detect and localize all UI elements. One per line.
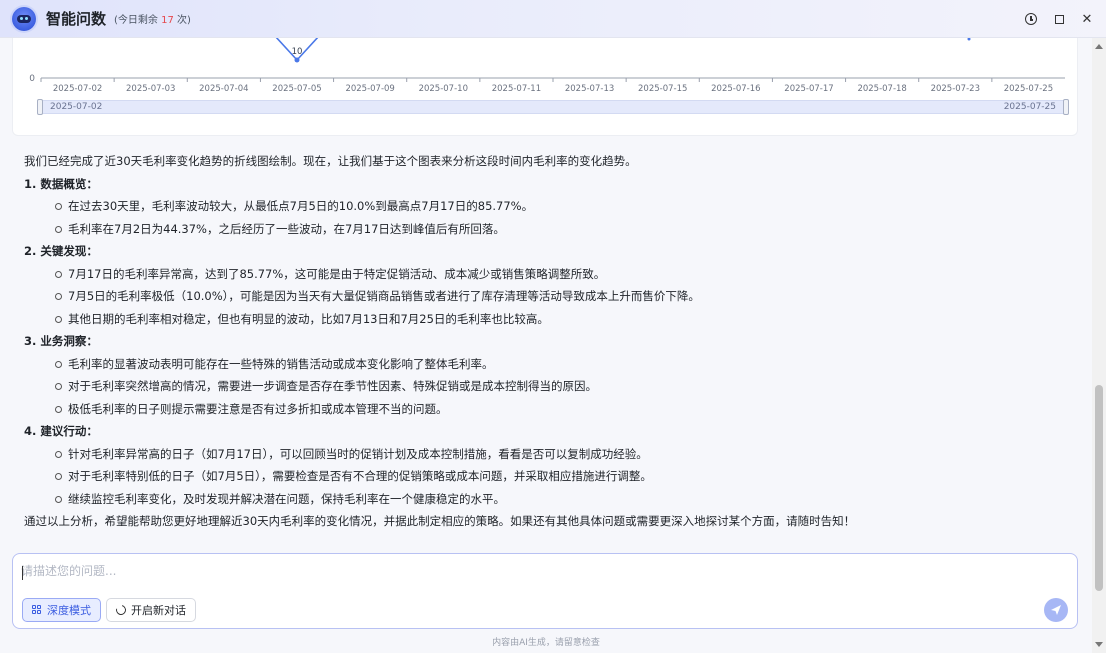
- x-tick-label: 2025-07-02: [53, 84, 102, 94]
- list-item: 极低毛利率的日子则提示需要注意是否有过多折扣或成本管理不当的问题。: [55, 398, 1084, 421]
- list-item: 继续监控毛利率变化，及时发现并解决潜在问题，保持毛利率在一个健康稳定的水平。: [55, 488, 1084, 511]
- list-item: 7月17日的毛利率异常高，达到了85.77%，这可能是由于特定促销活动、成本减少…: [55, 263, 1084, 286]
- section-list: 毛利率的显著波动表明可能存在一些特殊的销售活动或成本变化影响了整体毛利率。 对于毛…: [24, 353, 1084, 421]
- x-tick-label: 2025-07-09: [345, 84, 394, 94]
- x-tick-label: 2025-07-15: [638, 84, 687, 94]
- section-list: 针对毛利率异常高的日子（如7月17日），可以回顾当时的促销计划及成本控制措施，看…: [24, 443, 1084, 511]
- list-item: 对于毛利率特别低的日子（如7月5日），需要检查是否有不合理的促销策略或成本问题，…: [55, 465, 1084, 488]
- y-tick-label: 0: [29, 74, 35, 84]
- list-item: 针对毛利率异常高的日子（如7月17日），可以回顾当时的促销计划及成本控制措施，看…: [55, 443, 1084, 466]
- list-item: 毛利率在7月2日为44.37%，之后经历了一些波动，在7月17日达到峰值后有所回…: [55, 218, 1084, 241]
- new-chat-button[interactable]: 开启新对话: [106, 598, 196, 622]
- x-tick-label: 2025-07-03: [126, 84, 175, 94]
- x-tick-label: 2025-07-25: [1004, 84, 1053, 94]
- deep-mode-button[interactable]: 深度模式: [22, 598, 101, 622]
- chat-content: 0 2025-07-02 2025-07-03 2025-07-04 2025-07-0…: [0, 38, 1092, 553]
- text-caret: [22, 566, 23, 580]
- x-tick-label: 2025-07-18: [857, 84, 906, 94]
- x-tick-label: 2025-07-04: [199, 84, 248, 94]
- data-point: [294, 57, 300, 63]
- window-title: 智能问数: [46, 10, 107, 28]
- x-tick-label: 2025-07-17: [784, 84, 833, 94]
- message-composer: 深度模式 开启新对话: [12, 553, 1078, 629]
- question-input[interactable]: [21, 562, 1061, 592]
- quota-count: 17: [161, 15, 174, 26]
- x-tick-label: 2025-07-10: [419, 84, 468, 94]
- analysis-answer: 我们已经完成了近30天毛利率变化趋势的折线图绘制。现在，让我们基于这个图表来分析…: [24, 150, 1084, 533]
- maximize-button[interactable]: [1048, 8, 1070, 30]
- ai-disclaimer: 内容由AI生成，请留意检查: [492, 638, 600, 648]
- window-controls: ✕: [1020, 0, 1098, 38]
- list-item: 对于毛利率突然增高的情况，需要进一步调查是否存在季节性因素、特殊促销或是成本控制…: [55, 375, 1084, 398]
- x-tick-label: 2025-07-13: [565, 84, 614, 94]
- quota-text: (今日剩余 17 次): [114, 15, 191, 26]
- section-list: 7月17日的毛利率异常高，达到了85.77%，这可能是由于特定促销活动、成本减少…: [24, 263, 1084, 331]
- section-heading: 4. 建议行动：: [24, 424, 98, 438]
- zoom-handle-start[interactable]: [37, 99, 43, 115]
- send-icon: [1051, 605, 1061, 615]
- section-heading: 1. 数据概览：: [24, 176, 98, 191]
- robot-logo-icon: [12, 6, 36, 31]
- clock-icon: [1025, 13, 1037, 25]
- x-tick-label: 2025-07-16: [711, 84, 760, 94]
- new-chat-label: 开启新对话: [131, 604, 186, 617]
- list-item: 其他日期的毛利率相对稳定，但也有明显的波动，比如7月13日和7月25日的毛利率也…: [55, 308, 1084, 331]
- x-tick-label: 2025-07-11: [492, 84, 541, 94]
- chart-card: 0 2025-07-02 2025-07-03 2025-07-04 2025-07-0…: [12, 38, 1078, 136]
- scroll-thumb[interactable]: [1095, 385, 1103, 591]
- maximize-icon: [1054, 14, 1064, 24]
- answer-outro: 通过以上分析，希望能帮助您更好地理解近30天内毛利率的变化情况，并据此制定相应的…: [24, 514, 856, 528]
- close-icon: ✕: [1081, 11, 1093, 27]
- section-list: 在过去30天里，毛利率波动较大，从最低点7月5日的10.0%到最高点7月17日的…: [24, 195, 1084, 240]
- title-bar: 智能问数 (今日剩余 17 次) ✕: [0, 0, 1106, 38]
- answer-intro: 我们已经完成了近30天毛利率变化趋势的折线图绘制。现在，让我们基于这个图表来分析…: [24, 154, 637, 168]
- deep-mode-label: 深度模式: [47, 604, 91, 617]
- data-zoom-slider[interactable]: 2025-07-02 2025-07-25: [37, 99, 1069, 115]
- list-item: 7月5日的毛利率极低（10.0%），可能是因为当天有大量促销商品销售或者进行了库…: [55, 285, 1084, 308]
- close-button[interactable]: ✕: [1076, 8, 1098, 30]
- line-chart: 0 2025-07-02 2025-07-03 2025-07-04 2025-07-0…: [29, 38, 1065, 94]
- zoom-handle-end[interactable]: [1063, 99, 1069, 115]
- section-heading: 3. 业务洞察：: [24, 334, 98, 348]
- history-button[interactable]: [1020, 8, 1042, 30]
- scroll-down-arrow-icon[interactable]: [1095, 642, 1103, 647]
- deep-mode-icon: [32, 605, 42, 615]
- list-item: 在过去30天里，毛利率波动较大，从最低点7月5日的10.0%到最高点7月17日的…: [55, 195, 1084, 218]
- data-point: [967, 38, 971, 41]
- zoom-end-label: 2025-07-25: [1003, 102, 1056, 112]
- content-scrollbar[interactable]: [1092, 38, 1106, 653]
- new-chat-icon: [114, 603, 128, 617]
- x-tick-label: 2025-07-23: [931, 84, 980, 94]
- x-tick-label: 2025-07-05: [272, 84, 321, 94]
- send-button[interactable]: [1044, 598, 1068, 622]
- scroll-up-arrow-icon[interactable]: [1095, 44, 1103, 49]
- zoom-start-label: 2025-07-02: [50, 102, 103, 112]
- data-label: 10: [292, 47, 303, 57]
- list-item: 毛利率的显著波动表明可能存在一些特殊的销售活动或成本变化影响了整体毛利率。: [55, 353, 1084, 376]
- section-heading: 2. 关键发现：: [24, 244, 98, 258]
